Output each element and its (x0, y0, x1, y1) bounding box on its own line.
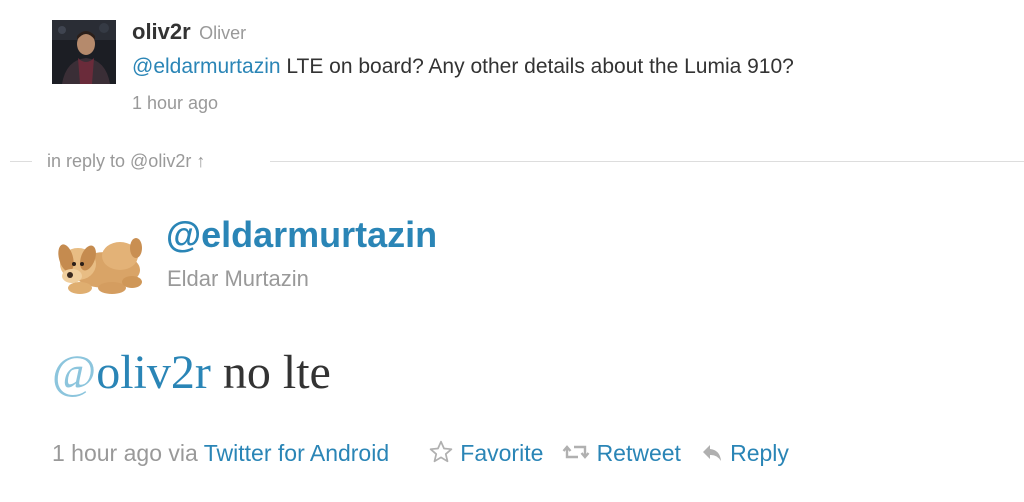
reply-label: Reply (730, 440, 789, 466)
reply-arrow-icon (702, 445, 721, 461)
main-tweet-body: no lte (210, 346, 331, 399)
plush-dog-avatar-icon (50, 220, 146, 306)
tweet-meta-bar: 1 hour ago via Twitter for Android Favor… (52, 436, 789, 470)
main-timestamp[interactable]: 1 hour ago (52, 440, 162, 466)
main-full-name: Eldar Murtazin (167, 266, 309, 291)
reply-button[interactable]: Reply (700, 436, 789, 470)
tweet-permalink-page: oliv2r Oliver @eldarmurtazin LTE on boar… (0, 0, 1024, 502)
parent-full-name: Oliver (199, 23, 247, 43)
mention-link-eldarmurtazin[interactable]: @eldarmurtazin (132, 55, 281, 78)
retweet-label: Retweet (596, 440, 681, 466)
parent-tweet: oliv2r Oliver @eldarmurtazin LTE on boar… (52, 16, 1012, 126)
via-label: via (168, 440, 198, 466)
retweet-icon (562, 445, 590, 459)
divider-line-right (270, 161, 1024, 162)
main-screen-name[interactable]: @eldarmurtazin (166, 212, 437, 258)
in-reply-to-link[interactable]: in reply to @oliv2r ↑ (47, 148, 205, 174)
source-link[interactable]: Twitter for Android (204, 440, 389, 466)
person-photo-icon (52, 20, 116, 84)
star-icon (429, 440, 453, 463)
divider-line-left (10, 161, 32, 162)
favorite-button[interactable]: Favorite (428, 436, 543, 470)
main-tweet-text: @oliv2r no lte (52, 340, 331, 406)
favorite-label: Favorite (460, 440, 544, 466)
in-reply-to-divider: in reply to @oliv2r ↑ (10, 148, 1024, 174)
parent-timestamp[interactable]: 1 hour ago (132, 90, 1002, 116)
parent-tweet-content: oliv2r Oliver @eldarmurtazin LTE on boar… (132, 16, 1002, 116)
mention-link-oliv2r[interactable]: @oliv2r (52, 346, 211, 399)
mention-at-sign: @ (52, 346, 97, 399)
parent-avatar[interactable] (52, 20, 116, 84)
main-avatar[interactable] (50, 220, 146, 306)
parent-screen-name[interactable]: oliv2r (132, 19, 191, 44)
parent-tweet-body: LTE on board? Any other details about th… (280, 55, 794, 78)
retweet-button[interactable]: Retweet (562, 436, 681, 470)
mention-handle: oliv2r (96, 346, 211, 399)
parent-tweet-text: @eldarmurtazin LTE on board? Any other d… (132, 48, 1002, 86)
parent-tweet-header: oliv2r Oliver (132, 16, 1002, 48)
